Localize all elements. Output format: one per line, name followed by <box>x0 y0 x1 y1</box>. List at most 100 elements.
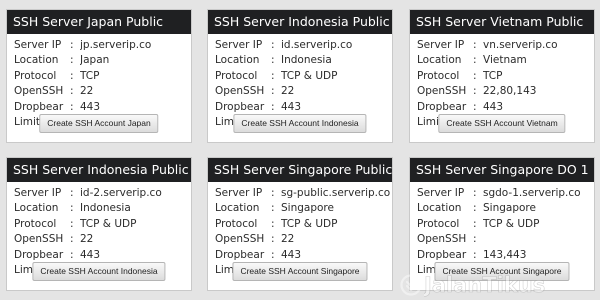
colon: : <box>473 54 477 67</box>
label-server-ip: Server IP <box>417 186 465 199</box>
label-dropbear: Dropbear <box>417 100 467 113</box>
row-location: Location: Indonesia <box>14 201 191 217</box>
server-card-singapore-public: SSH Server Singapore Public Server IP: sg… <box>207 157 393 291</box>
svg-text:JalanTikus: JalanTikus <box>424 273 545 297</box>
label-location: Location <box>14 202 59 215</box>
row-protocol: Protocol: TCP <box>14 68 191 84</box>
value-openssh: 22,80,143 <box>483 85 537 98</box>
value-openssh: 22 <box>80 233 94 246</box>
label-protocol: Protocol <box>14 217 57 230</box>
value-server-ip: vn.serverip.co <box>483 38 558 51</box>
row-location: Location: Japan <box>14 53 191 69</box>
value-server-ip: id.serverip.co <box>281 38 353 51</box>
create-ssh-account-button[interactable]: Create SSH Account Japan <box>39 114 159 133</box>
value-dropbear: 443 <box>281 248 302 261</box>
label-server-ip: Server IP <box>215 38 263 51</box>
colon: : <box>473 233 477 246</box>
label-dropbear: Dropbear <box>14 100 64 113</box>
label-protocol: Protocol <box>14 69 57 82</box>
label-openssh: OpenSSH <box>417 233 467 246</box>
row-openssh: OpenSSH:22 <box>215 232 392 248</box>
value-location: Indonesia <box>80 202 131 215</box>
row-dropbear: Dropbear:443 <box>14 247 191 263</box>
value-location: Indonesia <box>281 54 332 67</box>
label-openssh: OpenSSH <box>14 233 64 246</box>
colon: : <box>473 38 477 51</box>
row-location: Location: Singapore <box>417 201 594 217</box>
colon: : <box>271 85 275 98</box>
card-title: SSH Server Indonesia Public <box>208 10 392 34</box>
colon: : <box>271 69 275 82</box>
colon: : <box>70 202 74 215</box>
card-title: SSH Server Singapore Public <box>208 158 392 182</box>
label-openssh: OpenSSH <box>417 85 467 98</box>
colon: : <box>70 186 74 199</box>
server-card-japan-public: SSH Server Japan Public Server IP: jp.ser… <box>6 9 192 143</box>
value-openssh: 22 <box>80 85 94 98</box>
label-location: Location <box>14 54 59 67</box>
colon: : <box>271 38 275 51</box>
colon: : <box>70 248 74 261</box>
row-openssh: OpenSSH:22,80,143 <box>417 84 594 100</box>
label-openssh: OpenSSH <box>14 85 64 98</box>
row-dropbear: Dropbear:443 <box>417 99 594 115</box>
row-openssh: OpenSSH:22 <box>14 232 191 248</box>
value-location: Singapore <box>483 202 536 215</box>
label-server-ip: Server IP <box>417 38 465 51</box>
value-dropbear: 443 <box>80 100 101 113</box>
value-protocol: TCP <box>80 69 100 82</box>
colon: : <box>271 248 275 261</box>
label-server-ip: Server IP <box>14 186 62 199</box>
label-dropbear: Dropbear <box>417 248 467 261</box>
colon: : <box>271 54 275 67</box>
value-location: Singapore <box>281 202 334 215</box>
colon: : <box>70 100 74 113</box>
label-dropbear: Dropbear <box>215 100 265 113</box>
row-protocol: Protocol: TCP & UDP <box>215 216 392 232</box>
row-dropbear: Dropbear:143,443 <box>417 247 594 263</box>
row-location: Location: Vietnam <box>417 53 594 69</box>
row-location: Location: Indonesia <box>215 53 392 69</box>
colon: : <box>473 202 477 215</box>
create-ssh-account-button[interactable]: Create SSH Account Indonesia <box>233 114 367 133</box>
row-dropbear: Dropbear:443 <box>215 99 392 115</box>
card-title: SSH Server Singapore DO 1 <box>410 158 594 182</box>
colon: : <box>271 186 275 199</box>
row-dropbear: Dropbear:443 <box>215 247 392 263</box>
label-protocol: Protocol <box>417 217 460 230</box>
value-protocol: TCP <box>483 69 503 82</box>
jalantikus-watermark-logo: JalanTikus <box>400 272 592 298</box>
server-card-singapore-do-1: SSH Server Singapore DO 1 Server IP: sgdo… <box>409 157 595 291</box>
colon: : <box>473 85 477 98</box>
value-server-ip: sgdo-1.serverip.co <box>483 186 581 199</box>
colon: : <box>70 85 74 98</box>
row-server-ip: Server IP: vn.serverip.co <box>417 37 594 53</box>
create-ssh-account-button[interactable]: Create SSH Account Singapore <box>232 262 368 281</box>
row-protocol: Protocol: TCP <box>417 68 594 84</box>
row-openssh: OpenSSH:22 <box>14 84 191 100</box>
create-ssh-account-button[interactable]: Create SSH Account Vietnam <box>438 114 566 133</box>
colon: : <box>473 186 477 199</box>
row-openssh: OpenSSH:22 <box>215 84 392 100</box>
card-title: SSH Server Vietnam Public <box>410 10 594 34</box>
row-protocol: Protocol: TCP & UDP <box>417 216 594 232</box>
server-card-indonesia-public: SSH Server Indonesia Public Server IP: id… <box>207 9 393 143</box>
label-openssh: OpenSSH <box>215 85 265 98</box>
label-server-ip: Server IP <box>215 186 263 199</box>
colon: : <box>473 248 477 261</box>
row-dropbear: Dropbear:443 <box>14 99 191 115</box>
colon: : <box>473 217 477 230</box>
label-location: Location <box>417 54 462 67</box>
colon: : <box>271 100 275 113</box>
row-server-ip: Server IP: sgdo-1.serverip.co <box>417 185 594 201</box>
value-server-ip: id-2.serverip.co <box>80 186 162 199</box>
jalantikus-wordmark: JalanTikus <box>424 273 546 298</box>
value-dropbear: 443 <box>80 248 101 261</box>
colon: : <box>271 233 275 246</box>
value-location: Japan <box>80 54 110 67</box>
value-openssh: 22 <box>281 233 295 246</box>
create-ssh-account-button[interactable]: Create SSH Account Indonesia <box>32 262 166 281</box>
colon: : <box>473 100 477 113</box>
label-dropbear: Dropbear <box>215 248 265 261</box>
colon: : <box>70 54 74 67</box>
